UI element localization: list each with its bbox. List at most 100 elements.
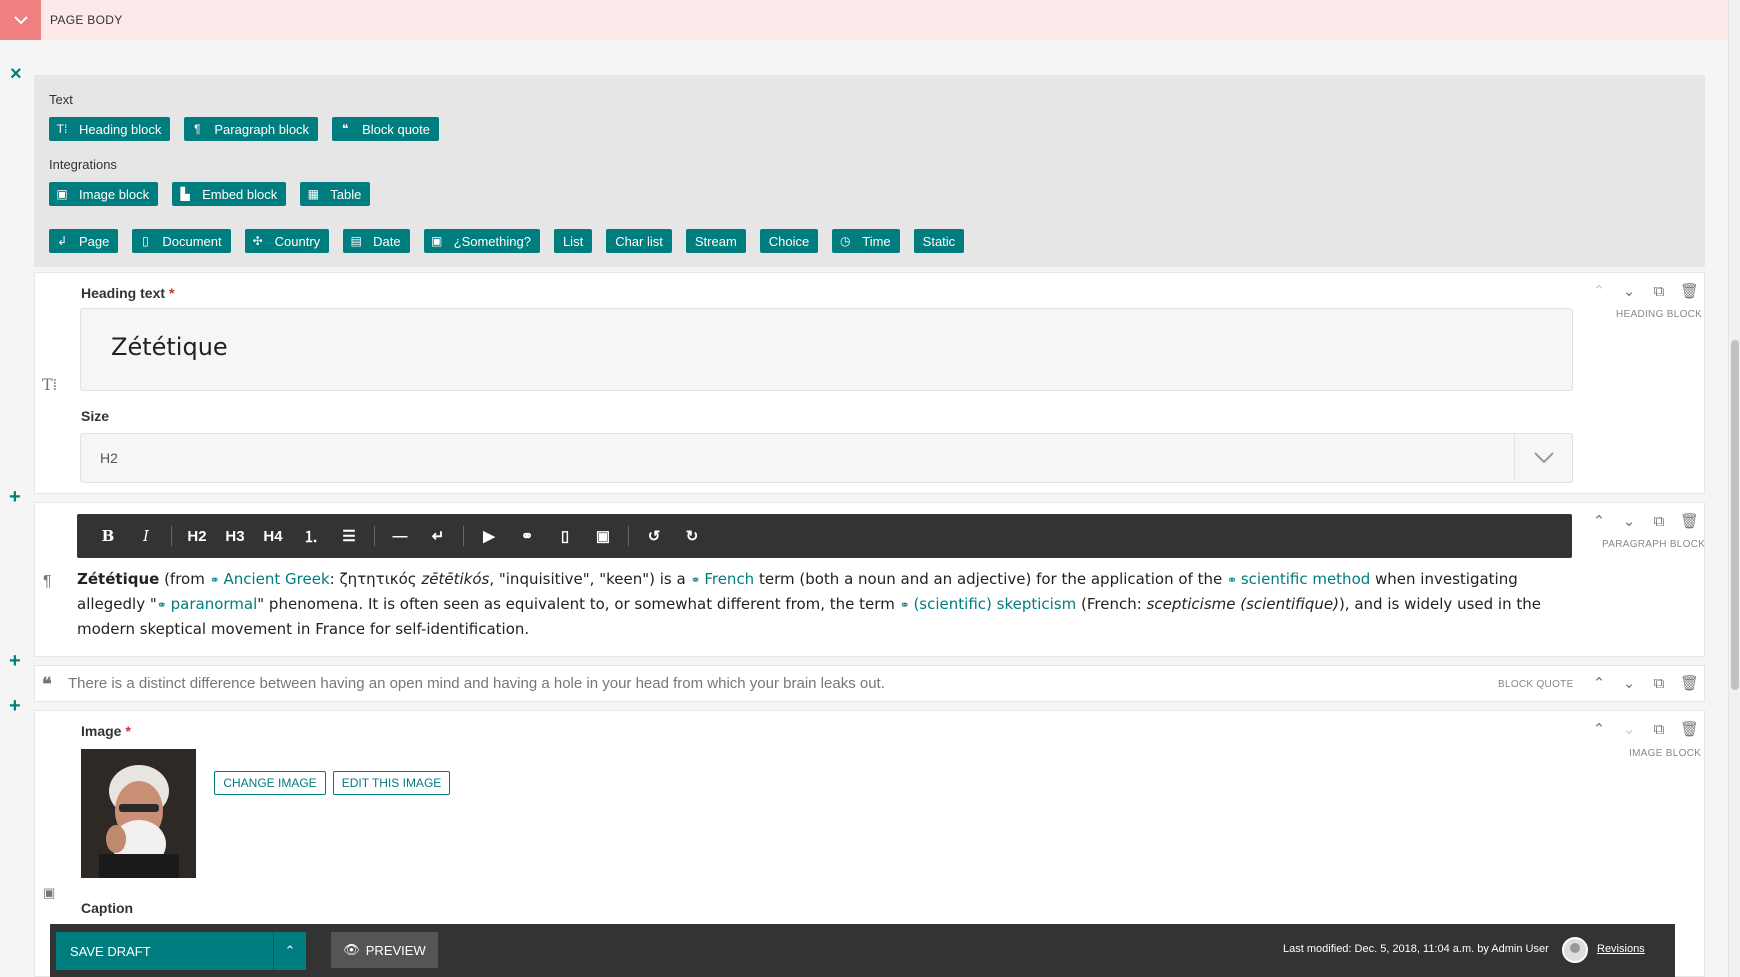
block-chooser: Text T⁞ Heading block ¶ Paragraph block ❝ B… [34,75,1705,267]
preview-button[interactable]: 👁 PREVIEW [331,932,438,968]
block-kind-label: IMAGE BLOCK [1629,748,1702,759]
add-block-icon[interactable]: + [9,487,21,507]
embed-icon[interactable]: ▶ [470,527,508,545]
heading-icon: T⁞ [42,375,58,394]
size-label: Size [81,408,110,424]
quote-icon: ❝ [341,122,349,136]
h2-button[interactable]: H2 [178,528,216,545]
stream-block-button[interactable]: Stream [685,229,746,253]
paragraph-block-button[interactable]: ¶ Paragraph block [184,117,319,141]
toolbar-divider [463,526,464,546]
country-block-button[interactable]: ✣ Country [244,229,330,253]
embed-block-button[interactable]: ▙ Embed block [172,182,287,206]
toolbar-divider [171,526,172,546]
page-block-button[interactable]: ↲ Page [49,229,119,253]
scrollbar-thumb[interactable] [1731,340,1739,690]
bulleted-list-icon[interactable]: ☰ [330,527,368,545]
redo-icon[interactable]: ↻ [673,527,711,545]
edit-image-button[interactable]: EDIT THIS IMAGE [333,771,450,795]
undo-icon[interactable]: ↺ [635,527,673,545]
required-mark: * [169,285,175,301]
more-actions-toggle[interactable]: ⌃ [273,932,306,970]
scrollbar[interactable] [1728,0,1740,977]
button-label: Paragraph block [214,121,310,137]
date-block-button[interactable]: ▤ Date [343,229,410,253]
move-up-icon[interactable]: ⌃ [1590,674,1608,692]
link-icon[interactable]: ⚭ [508,527,546,545]
hr-icon[interactable]: — [381,528,419,545]
change-image-button[interactable]: CHANGE IMAGE [214,771,326,795]
heading-block-button[interactable]: T⁞ Heading block [49,117,171,141]
move-down-icon[interactable]: ⌄ [1620,282,1638,300]
table-block-button[interactable]: ▦ Table [300,182,371,206]
delete-icon[interactable]: 🗑 [1680,674,1699,692]
move-up-icon[interactable]: ⌃ [1590,512,1608,530]
group-label-text: Text [49,92,73,107]
move-down-icon[interactable]: ⌄ [1620,512,1638,530]
image-block-button[interactable]: ▣ Image block [49,182,159,206]
size-select[interactable]: H2 [80,433,1573,483]
document-icon: ▯ [142,234,149,248]
button-label: Country [274,233,321,249]
italic-button[interactable]: I [127,527,165,545]
link-ancient-greek[interactable]: Ancient Greek [210,570,330,588]
delete-icon[interactable]: 🗑 [1680,512,1699,530]
ordered-list-icon[interactable]: ⒈ [292,526,330,547]
link-scientific-method[interactable]: scientific method [1227,570,1370,588]
media-icon: ▙ [180,187,190,201]
other-block-buttons: ↲ Page ▯ Document ✣ Country ▤ Date ▣ ¿Somethi… [49,229,965,253]
document-block-button[interactable]: ▯ Document [132,229,231,253]
list-block-button[interactable]: List [553,229,593,253]
move-up-icon[interactable]: ⌃ [1590,282,1608,300]
image-thumbnail [81,749,196,878]
document-icon[interactable]: ▯ [546,527,584,545]
move-down-icon[interactable]: ⌄ [1620,720,1638,738]
close-chooser-icon[interactable]: × [10,64,22,84]
block-quote-text[interactable]: There is a distinct difference between h… [68,675,885,692]
eye-icon: 👁 [343,942,360,957]
heading-block-actions: ⌃ ⌄ ⧉ 🗑 [1590,282,1699,301]
link-french[interactable]: French [690,570,754,588]
paragraph-text[interactable]: Zététique (from Ancient Greek: ζητητικός… [77,567,1577,641]
link-skepticism[interactable]: (scientific) skepticism [900,595,1077,613]
toolbar-divider [374,526,375,546]
image-icon: ▣ [43,885,56,900]
last-modified-text: Last modified: Dec. 5, 2018, 11:04 a.m. … [1283,943,1549,955]
duplicate-icon[interactable]: ⧉ [1650,513,1668,530]
collapse-toggle-button[interactable] [0,0,41,40]
choice-block-button[interactable]: Choice [759,229,819,253]
size-value: H2 [100,450,118,466]
add-block-icon[interactable]: + [9,696,21,716]
move-up-icon[interactable]: ⌃ [1590,720,1608,738]
image-label: Image * [81,723,131,739]
h3-button[interactable]: H3 [216,528,254,545]
delete-icon[interactable]: 🗑 [1680,720,1699,738]
static-block-button[interactable]: Static [913,229,965,253]
duplicate-icon[interactable]: ⧉ [1650,721,1668,738]
link-paranormal[interactable]: paranormal [157,595,258,613]
revisions-link[interactable]: Revisions [1597,943,1645,955]
delete-icon[interactable]: 🗑 [1680,282,1699,300]
something-block-button[interactable]: ▣ ¿Something? [423,229,540,253]
button-label: ¿Something? [453,233,531,249]
save-draft-button[interactable]: SAVE DRAFT [56,932,273,970]
quote-block-actions: ⌃ ⌄ ⧉ 🗑 [1590,674,1699,693]
add-block-icon[interactable]: + [9,651,21,671]
button-label: Block quote [362,121,430,137]
pilcrow-icon: ¶ [43,573,52,590]
image-icon[interactable]: ▣ [584,527,622,545]
h4-button[interactable]: H4 [254,528,292,545]
block-quote-button[interactable]: ❝ Block quote [332,117,439,141]
line-break-icon[interactable]: ↵ [419,527,457,545]
duplicate-icon[interactable]: ⧉ [1650,283,1668,300]
time-block-button[interactable]: ◷ Time [832,229,900,253]
char-list-block-button[interactable]: Char list [606,229,672,253]
table-icon: ▦ [307,187,319,201]
footer-action-bar: SAVE DRAFT ⌃ 👁 PREVIEW Last modified: Dec… [50,924,1675,977]
bold-button[interactable]: B [89,527,127,545]
heading-text-input[interactable]: Zététique [80,308,1573,391]
button-label: Document [162,233,222,249]
chevron-down-icon[interactable] [1514,434,1572,482]
move-down-icon[interactable]: ⌄ [1620,674,1638,692]
duplicate-icon[interactable]: ⧉ [1650,675,1668,692]
